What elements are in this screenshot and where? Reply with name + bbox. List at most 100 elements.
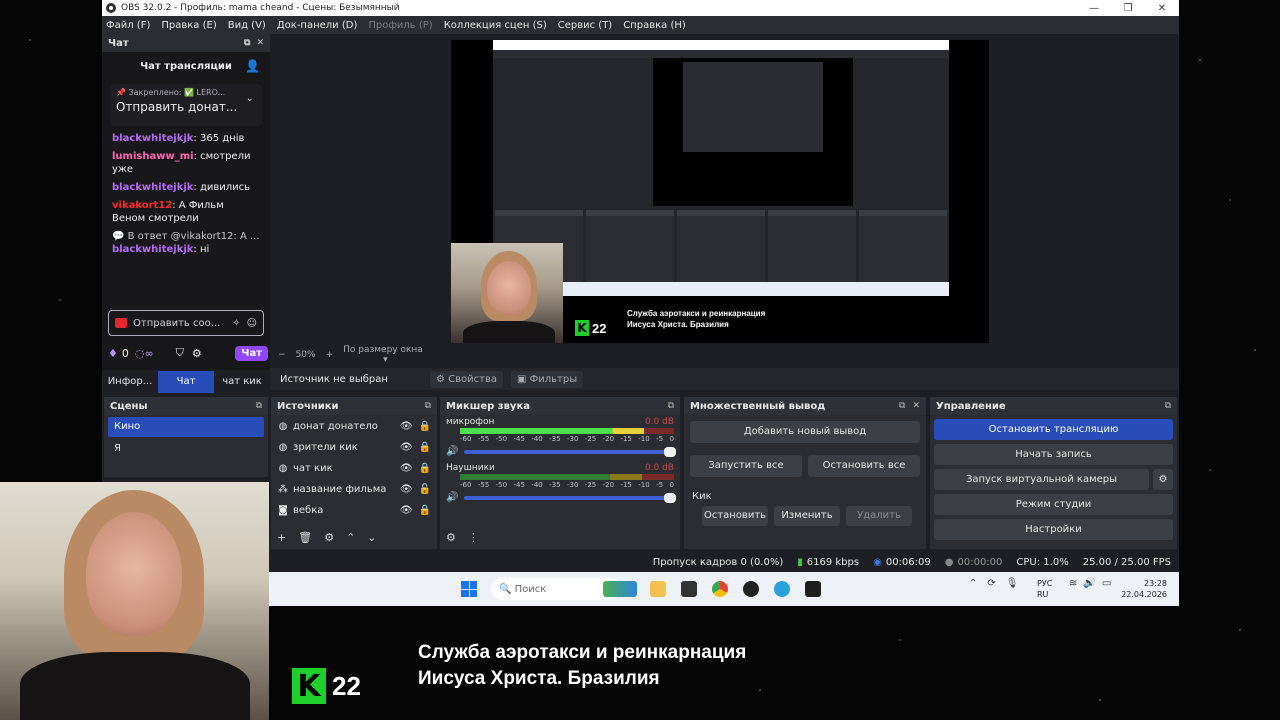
prediction-icon[interactable]: ◌∞ bbox=[135, 347, 154, 360]
chat-username[interactable]: blackwhitejkjk bbox=[112, 244, 193, 255]
arrow-up-icon[interactable]: ⌃ bbox=[346, 531, 355, 544]
undock-icon[interactable]: ⧉ bbox=[1165, 401, 1171, 411]
gear-icon[interactable]: ⚙ bbox=[324, 531, 334, 544]
wifi-icon[interactable]: ≋ bbox=[1069, 578, 1077, 589]
eye-icon[interactable]: 👁 bbox=[400, 484, 413, 495]
delete-output-button[interactable]: Удалить bbox=[846, 506, 912, 526]
speaker-icon[interactable]: 🔊 bbox=[446, 446, 458, 457]
close-button[interactable]: ✕ bbox=[1145, 3, 1179, 14]
menu-file[interactable]: Файл (F) bbox=[106, 20, 150, 31]
eye-icon[interactable]: 👁 bbox=[400, 505, 413, 516]
users-icon[interactable]: 👤 bbox=[245, 59, 260, 73]
maximize-button[interactable]: ❐ bbox=[1111, 3, 1145, 14]
tab-kick-chat[interactable]: чат кик bbox=[214, 371, 270, 393]
close-icon[interactable]: ✕ bbox=[256, 38, 264, 48]
source-item[interactable]: ◍ донат донатело 👁 🔒 bbox=[271, 416, 437, 437]
mic-icon[interactable]: 🎙 bbox=[1006, 578, 1019, 589]
zoom-out-button[interactable]: − bbox=[278, 350, 286, 360]
smiley-icon[interactable]: ☺ bbox=[247, 318, 257, 329]
fit-dropdown[interactable]: По размеру окна ▾ bbox=[343, 345, 468, 365]
stop-output-button[interactable]: Остановить bbox=[702, 506, 768, 526]
eye-icon[interactable]: 👁 bbox=[400, 442, 413, 453]
pinned-message[interactable]: 📌 Закреплено: ✅ LERO... Отправить донат.… bbox=[110, 84, 262, 126]
taskbar-search[interactable]: 🔍 Поиск bbox=[491, 578, 621, 600]
minimize-button[interactable]: — bbox=[1077, 3, 1111, 14]
properties-button[interactable]: ⚙ Свойства bbox=[430, 370, 503, 388]
shield-icon[interactable]: ⛉ bbox=[176, 346, 184, 360]
app-icon[interactable] bbox=[681, 581, 697, 597]
chat-username[interactable]: blackwhitejkjk bbox=[112, 133, 193, 144]
terminal-icon[interactable] bbox=[805, 581, 821, 597]
menu-view[interactable]: Вид (V) bbox=[228, 20, 266, 31]
folder-icon[interactable] bbox=[650, 581, 666, 597]
more-options-icon[interactable]: ⋮ bbox=[468, 531, 479, 544]
menu-docks[interactable]: Док-панели (D) bbox=[277, 20, 358, 31]
undock-icon[interactable]: ⧉ bbox=[256, 401, 262, 411]
chat-username[interactable]: lumishaww_mi bbox=[112, 151, 194, 162]
chat-send-button[interactable]: Чат bbox=[235, 345, 268, 361]
emote-icon[interactable]: ✧ bbox=[232, 318, 240, 329]
chrome-icon[interactable] bbox=[712, 581, 728, 597]
volume-icon[interactable]: 🔊 bbox=[1083, 578, 1095, 589]
taskbar-clock[interactable]: 23:28 22.04.2026 bbox=[1121, 578, 1167, 600]
arrow-down-icon[interactable]: ⌄ bbox=[367, 531, 376, 544]
eye-icon[interactable]: 👁 bbox=[400, 463, 413, 474]
start-record-button[interactable]: Начать запись bbox=[934, 444, 1173, 465]
settings-button[interactable]: Настройки bbox=[934, 519, 1173, 540]
telegram-icon[interactable] bbox=[774, 581, 790, 597]
chat-username[interactable]: blackwhitejkjk bbox=[112, 182, 193, 193]
volume-slider[interactable] bbox=[464, 492, 676, 503]
undock-icon[interactable]: ⧉ bbox=[899, 401, 905, 411]
sync-icon[interactable]: ⟳ bbox=[987, 578, 995, 589]
volume-knob[interactable] bbox=[664, 446, 676, 457]
studio-mode-button[interactable]: Режим студии bbox=[934, 494, 1173, 515]
gear-icon[interactable]: ⚙ bbox=[192, 347, 202, 360]
virtual-camera-settings-icon[interactable]: ⚙ bbox=[1153, 469, 1173, 490]
lock-icon[interactable]: 🔒 bbox=[419, 505, 431, 516]
speaker-icon[interactable]: 🔊 bbox=[446, 492, 458, 503]
menu-scene-collection[interactable]: Коллекция сцен (S) bbox=[444, 20, 547, 31]
unlock-icon[interactable]: 🔓 bbox=[419, 484, 431, 495]
chat-username[interactable]: vikakort12 bbox=[112, 200, 172, 211]
virtual-camera-button[interactable]: Запуск виртуальной камеры bbox=[934, 469, 1149, 490]
tab-chat[interactable]: Чат bbox=[158, 371, 214, 393]
filters-button[interactable]: ▣ Фильтры bbox=[511, 370, 584, 388]
tab-info[interactable]: Инфор... bbox=[102, 371, 158, 393]
source-item[interactable]: ◍ чат кик 👁 🔒 bbox=[271, 458, 437, 479]
menu-tools[interactable]: Сервис (T) bbox=[558, 20, 612, 31]
menu-help[interactable]: Справка (H) bbox=[623, 20, 686, 31]
close-icon[interactable]: ✕ bbox=[912, 401, 920, 411]
undock-icon[interactable]: ⧉ bbox=[425, 401, 431, 411]
undock-icon[interactable]: ⧉ bbox=[668, 401, 674, 411]
stop-stream-button[interactable]: Остановить трансляцию bbox=[934, 419, 1173, 440]
lock-icon[interactable]: 🔒 bbox=[419, 463, 431, 474]
lock-icon[interactable]: 🔒 bbox=[419, 442, 431, 453]
add-icon[interactable]: + bbox=[277, 531, 286, 544]
volume-slider[interactable] bbox=[464, 446, 676, 457]
source-item[interactable]: ◙ вебка 👁 🔒 bbox=[271, 500, 437, 521]
chevron-down-icon[interactable]: ⌄ bbox=[246, 93, 254, 104]
menu-profile[interactable]: Профиль (P) bbox=[368, 20, 432, 31]
scene-item[interactable]: Кино bbox=[108, 417, 264, 437]
advanced-audio-icon[interactable]: ⚙ bbox=[446, 531, 456, 544]
obs-taskbar-icon[interactable] bbox=[743, 581, 759, 597]
scene-item[interactable]: Я bbox=[108, 439, 264, 459]
trash-icon[interactable]: 🗑 bbox=[298, 531, 312, 544]
zoom-in-button[interactable]: + bbox=[326, 350, 334, 360]
lock-icon[interactable]: 🔒 bbox=[419, 421, 431, 432]
eye-icon[interactable]: 👁 bbox=[400, 421, 413, 432]
chat-input[interactable]: Отправить соо... ✧ ☺ bbox=[108, 310, 264, 336]
chevron-up-icon[interactable]: ⌃ bbox=[969, 578, 977, 589]
start-all-button[interactable]: Запустить все bbox=[690, 455, 802, 477]
battery-icon[interactable]: ▭ bbox=[1102, 578, 1111, 589]
start-icon[interactable] bbox=[461, 581, 477, 597]
widget-icon[interactable] bbox=[603, 581, 637, 597]
language-indicator[interactable]: РУС RU bbox=[1037, 578, 1052, 600]
stop-all-button[interactable]: Остановить все bbox=[808, 455, 920, 477]
program-canvas[interactable]: K 22 Служба аэротакси и реинкарнация Иис… bbox=[451, 40, 989, 343]
source-item[interactable]: ⁂ название фильма 👁 🔓 bbox=[271, 479, 437, 500]
volume-knob[interactable] bbox=[664, 492, 676, 503]
source-item[interactable]: ◍ зрители кик 👁 🔒 bbox=[271, 437, 437, 458]
add-output-button[interactable]: Добавить новый вывод bbox=[690, 421, 920, 443]
edit-output-button[interactable]: Изменить bbox=[774, 506, 840, 526]
